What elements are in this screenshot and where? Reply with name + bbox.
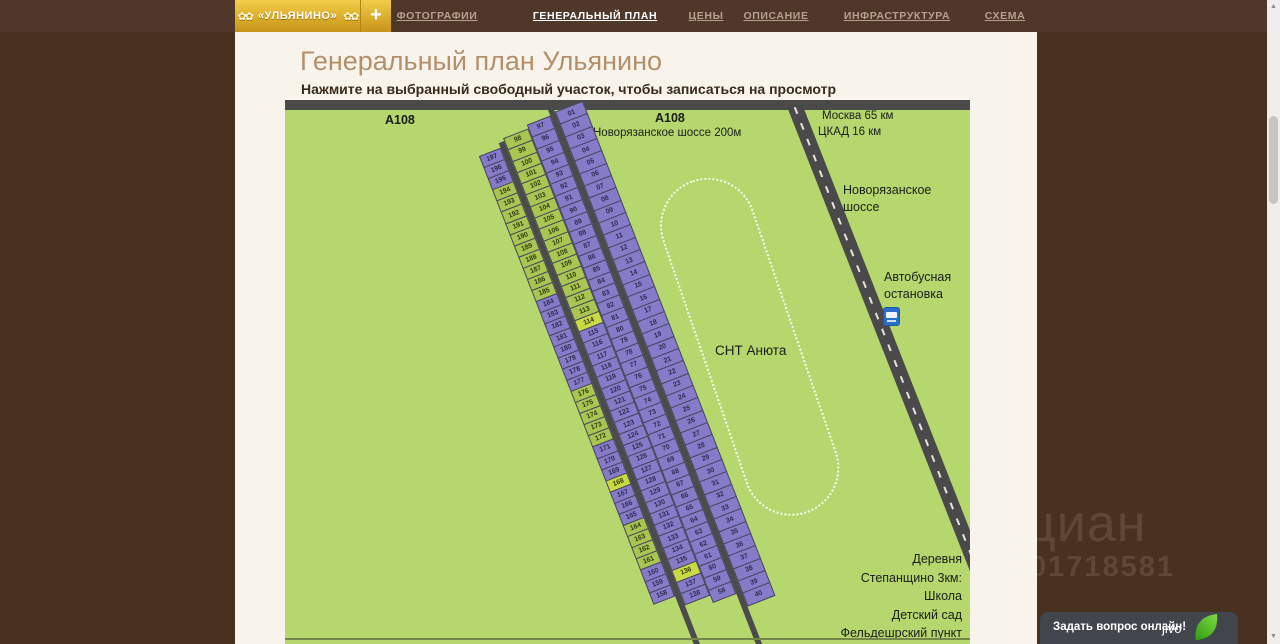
content-panel: Генеральный план Ульянино Нажмите на выб… (235, 32, 1037, 644)
label-ckad-distance: ЦКАД 16 км (818, 126, 882, 138)
label-bus-stop-1: Автобусная (884, 270, 952, 284)
village-line: Школа (924, 589, 962, 603)
top-nav: ✿✿ «УЛЬЯНИНО» ✿✿ + ФОТОГРАФИИ ГЕНЕРАЛЬНЫЙ… (0, 0, 1267, 32)
village-line: Деревня (912, 552, 962, 566)
watermark-number: 01718581 (1030, 551, 1176, 583)
label-shosse-name-1: Новорязанское (843, 183, 932, 197)
road-a108-top (285, 100, 970, 110)
nav-item-цены[interactable]: ЦЕНЫ (689, 10, 724, 22)
label-a108-right: А108 (655, 111, 685, 125)
label-snt-anyuta: СНТ Анюта (715, 343, 787, 358)
flower-icon: ✿✿ (237, 10, 255, 23)
leaf-icon (1195, 613, 1218, 641)
brand-block[interactable]: ✿✿ «УЛЬЯНИНО» ✿✿ (235, 0, 360, 32)
page-subtitle: Нажмите на выбранный свободный участок, … (301, 81, 837, 97)
scrollbar-thumb[interactable] (1269, 116, 1278, 204)
add-button[interactable]: + (360, 0, 391, 32)
nav-item-описание[interactable]: ОПИСАНИЕ (743, 10, 808, 22)
chat-widget[interactable]: Задать вопрос онлайн! jivo (1040, 612, 1238, 644)
nav-item-фотографии[interactable]: ФОТОГРАФИИ (397, 10, 478, 22)
label-bus-stop-2: остановка (884, 287, 943, 301)
label-shosse-200m: Новорязанское шоссе 200м (593, 127, 742, 139)
scroll-down-arrow-icon[interactable]: ▼ (1267, 630, 1280, 644)
nav-item-генеральный-план[interactable]: ГЕНЕРАЛЬНЫЙ ПЛАН (533, 10, 657, 22)
village-line: Детский сад (891, 607, 962, 622)
jivo-logo: jivo (1162, 621, 1182, 636)
brand-label: «УЛЬЯНИНО» (257, 10, 338, 22)
label-moscow-distance: Москва 65 км (822, 110, 894, 122)
bus-stop-icon (883, 307, 900, 326)
nav-item-инфраструктура[interactable]: ИНФРАСТРУКТУРА (844, 10, 950, 22)
page-scrollbar[interactable]: ▲ ▼ (1267, 0, 1280, 644)
page-title: Генеральный план Ульянино (300, 46, 663, 76)
label-shosse-name-2: шоссе (843, 200, 880, 214)
village-line: Степанщино 3км: (860, 570, 962, 585)
nav-item-схема[interactable]: СХЕМА (985, 10, 1026, 22)
village-info-block: Деревня Степанщино 3км: Школа Детский са… (841, 550, 962, 643)
flower-icon: ✿✿ (343, 10, 360, 23)
map-bottom-edge (285, 638, 970, 640)
master-plan-map: А108 А108 Новорязанское шоссе 200м Москв… (285, 100, 970, 644)
watermark-text: циан (1026, 495, 1147, 553)
label-a108-left: А108 (385, 113, 415, 127)
scroll-up-arrow-icon[interactable]: ▲ (1267, 0, 1280, 14)
